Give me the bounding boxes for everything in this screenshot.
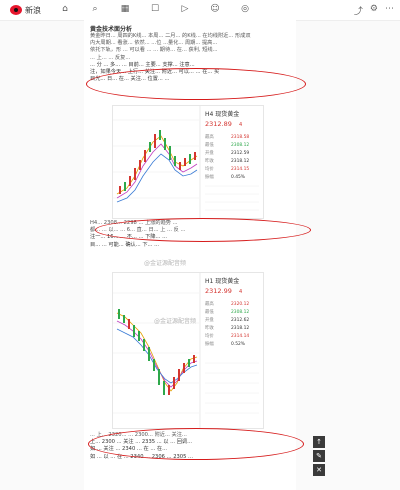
row-value: 0.52% (231, 341, 245, 347)
logo-text: 新浪 (25, 5, 41, 15)
row-label: 最高 (205, 133, 214, 140)
back-to-top-button[interactable]: ↑ (313, 436, 325, 448)
chart-h4-svg: H4 现货黄金 2312.89 4 最高 2318.58 最低 2308.12 … (113, 106, 263, 218)
chart-h4-title: H4 现货黄金 (205, 110, 239, 118)
row-label: 昨收 (205, 157, 214, 164)
row-value: 2318.12 (231, 158, 249, 164)
row-label: 均价 (205, 165, 214, 172)
weibo-logo-icon (10, 5, 22, 15)
row-label: 振幅 (205, 173, 214, 180)
right-icons: ⤴ ⚙ ⋯ (354, 4, 394, 17)
chart-h1: H1 现货黄金 2312.99 4 最高 2320.12 最低 2308.12 … (112, 272, 264, 429)
search-icon[interactable]: ⌕ (90, 4, 100, 14)
chart-h1-svg: H1 现货黄金 2312.99 4 最高 2320.12 最低 2308.12 … (113, 273, 263, 428)
para1-line: ... 上... ... 反复... (90, 54, 131, 61)
row-value: 2312.59 (231, 150, 249, 156)
right-margin (296, 21, 400, 490)
para2-line: 目... ... 可能... 确认... 下... ... (90, 241, 160, 248)
row-value: 2312.62 (231, 317, 249, 323)
top-bar: 新浪 ⌂ ⌕ ▦ ☐ ▷ ☺ ◎ ⤴ ⚙ ⋯ (0, 0, 400, 21)
para1-line: 依托下轨，形 ... 可以看 ... ... 期待... 在... 获利, 短线… (90, 47, 218, 54)
chart-h1-change: 4 (239, 289, 242, 295)
app-logo[interactable]: 新浪 (10, 5, 41, 16)
row-label: 均价 (205, 332, 214, 339)
chart-h1-price: 2312.99 (205, 287, 232, 295)
row-label: 最低 (205, 308, 214, 315)
settings-icon[interactable]: ⚙ (370, 4, 378, 17)
row-label: 最高 (205, 300, 214, 307)
watermark: @金证源配音频 (154, 318, 197, 325)
close-button[interactable]: ✕ (313, 464, 325, 476)
row-value: 2308.12 (231, 142, 249, 148)
grid-icon[interactable]: ▦ (120, 4, 130, 14)
share-icon[interactable]: ⤴ (354, 4, 363, 17)
chart-h4-change: 4 (239, 122, 242, 128)
row-value: 2320.12 (231, 301, 249, 307)
row-label: 开盘 (205, 316, 214, 323)
more-icon[interactable]: ⋯ (385, 4, 394, 17)
chat-icon[interactable]: ☐ (150, 4, 160, 14)
annotation-oval-3 (88, 428, 304, 460)
row-value: 2318.12 (231, 325, 249, 331)
floating-toolbar: ↑ ✎ ✕ (313, 436, 325, 478)
watermark: @金证源配音频 (144, 260, 187, 267)
section-title: 黄金技术面分析 (90, 26, 133, 33)
row-value: 2314.15 (231, 166, 249, 172)
annotation-oval-1 (86, 68, 306, 100)
row-value: 2308.12 (231, 309, 249, 315)
row-label: 振幅 (205, 340, 214, 347)
row-value: 2318.58 (231, 134, 249, 140)
edit-button[interactable]: ✎ (313, 450, 325, 462)
row-label: 开盘 (205, 149, 214, 156)
chart-h4: H4 现货黄金 2312.89 4 最高 2318.58 最低 2308.12 … (112, 105, 264, 219)
row-value: 2314.14 (231, 333, 249, 339)
home-icon[interactable]: ⌂ (60, 4, 70, 14)
row-label: 昨收 (205, 324, 214, 331)
compass-icon[interactable]: ◎ (240, 4, 250, 14)
row-value: 0.45% (231, 174, 245, 180)
left-margin (0, 21, 84, 490)
nav-icons: ⌂ ⌕ ▦ ☐ ▷ ☺ ◎ (60, 4, 280, 16)
user-icon[interactable]: ☺ (210, 4, 220, 14)
row-label: 最低 (205, 141, 214, 148)
annotation-oval-2 (95, 218, 311, 242)
chart-h4-price: 2312.89 (205, 120, 232, 128)
chart-h1-title: H1 现货黄金 (205, 277, 239, 285)
video-icon[interactable]: ▷ (180, 4, 190, 14)
